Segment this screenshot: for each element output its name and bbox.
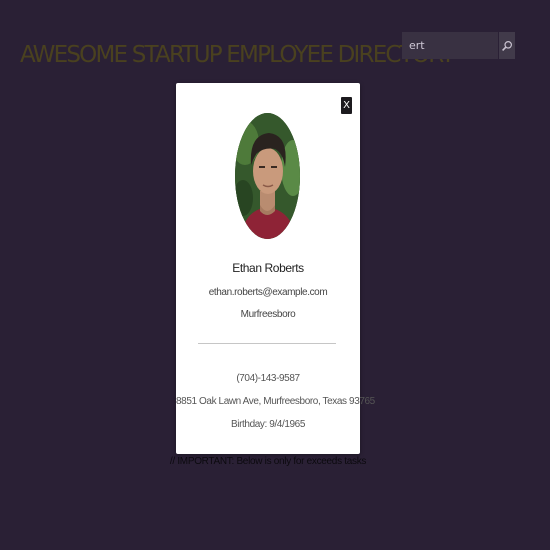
modal-close-button[interactable]: X	[341, 97, 352, 114]
avatar-photo	[235, 113, 300, 239]
avatar	[235, 113, 300, 239]
employee-modal: X Ethan Roberts ethan.roberts@example.co…	[176, 83, 375, 454]
employee-birthday: Birthday: 9/4/1965	[231, 419, 305, 430]
employee-city: Murfreesboro	[240, 309, 296, 320]
employee-name: Ethan Roberts	[232, 261, 304, 275]
divider	[198, 343, 336, 344]
employee-phone: (704)-143-9587	[236, 373, 300, 384]
employee-address: 8851 Oak Lawn Ave, Murfreesboro, Texas 9…	[176, 396, 375, 407]
modal-overlay[interactable]: X Ethan Roberts ethan.roberts@example.co…	[0, 0, 550, 550]
employee-email: ethan.roberts@example.com	[208, 287, 328, 298]
